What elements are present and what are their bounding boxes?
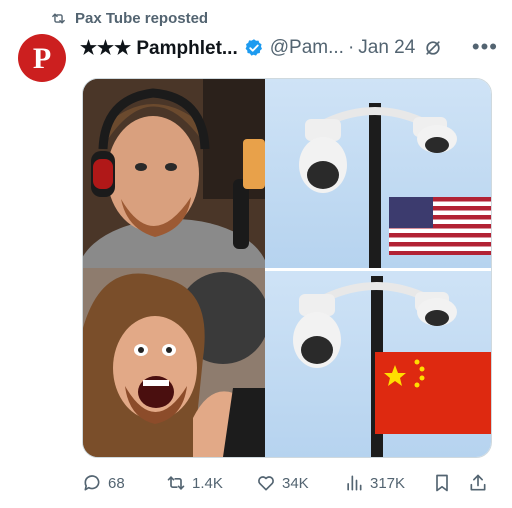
post-media[interactable] [82,78,492,458]
more-options-icon[interactable]: ••• [472,36,498,58]
media-image-streamer-calm[interactable] [83,79,265,268]
like-count: 34K [282,474,309,492]
streamer-yelling-illustration [83,268,265,457]
handle[interactable]: @Pam... [270,37,344,59]
analytics-icon [347,475,362,491]
verified-badge-icon[interactable] [244,38,264,58]
media-image-cameras-china-flag[interactable] [265,268,491,457]
bookmark-button[interactable] [432,473,458,493]
reply-button[interactable]: 68 [82,473,125,493]
bookmark-icon [436,474,448,492]
media-image-streamer-yelling[interactable] [83,268,265,457]
like-button[interactable]: 34K [256,473,309,493]
share-button[interactable] [468,473,494,493]
separator-dot: · [347,37,355,58]
china-flag-icon [375,352,491,434]
cameras-china-flag-illustration [293,276,491,457]
grok-icon[interactable] [423,38,443,58]
heart-icon [258,476,274,491]
reply-count: 68 [108,474,125,492]
display-name[interactable]: ★★★ Pamphlet... [80,37,238,60]
avatar-letter: P [32,42,52,75]
repost-banner[interactable]: Pax Tube reposted [50,8,208,28]
post-date[interactable]: Jan 24 [358,37,415,59]
us-flag-icon [389,197,491,255]
repost-icon [167,476,185,490]
share-icon [470,474,486,491]
views-button[interactable]: 317K [344,473,405,493]
repost-banner-text: Pax Tube reposted [75,9,209,27]
reply-icon [84,475,100,491]
avatar[interactable]: P [18,34,66,82]
repost-icon [52,13,65,23]
media-image-cameras-us-flag[interactable] [265,79,491,268]
media-divider [265,268,491,271]
cameras-us-flag-illustration [299,103,491,268]
post-header: ★★★ Pamphlet... @Pam... · Jan 24 [80,36,498,60]
repost-button[interactable]: 1.4K [166,473,223,493]
view-count: 317K [370,474,406,492]
streamer-calm-illustration [83,79,265,268]
repost-count: 1.4K [192,474,223,492]
action-bar: 68 1.4K 34K 317K [82,470,492,496]
